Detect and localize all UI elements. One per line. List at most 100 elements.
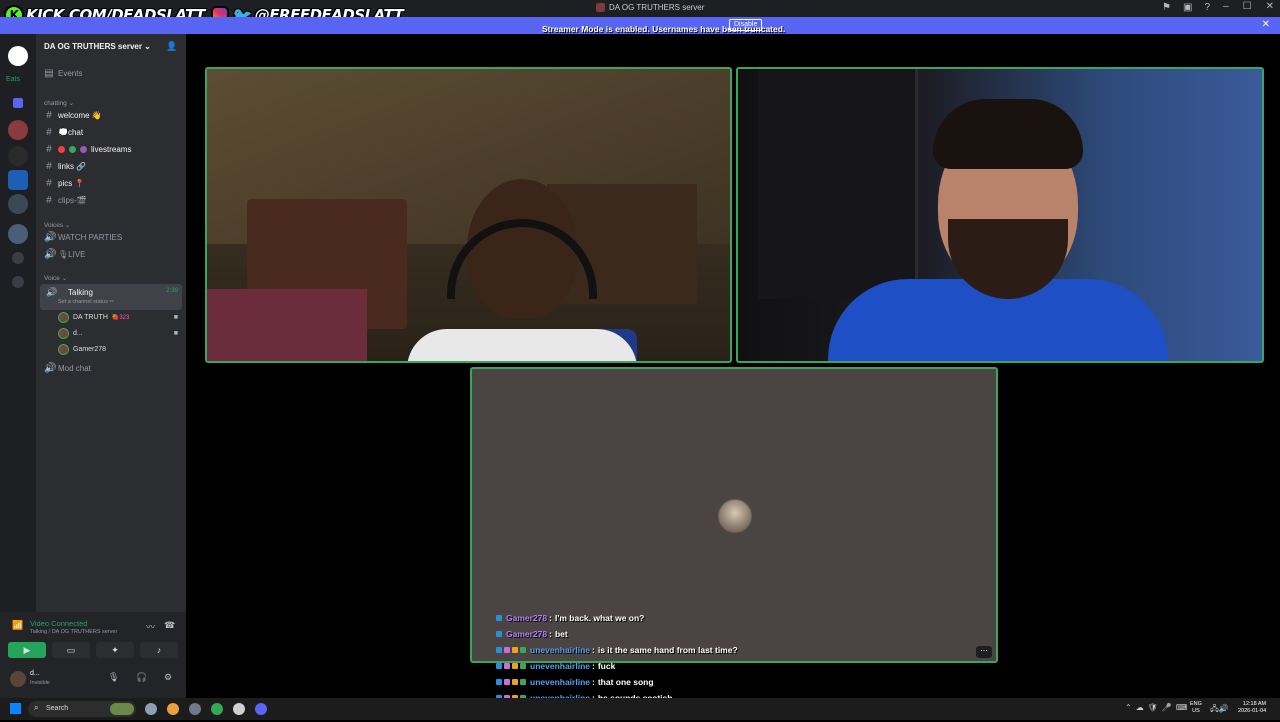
red-dot-icon [58, 146, 65, 153]
chat-separator: : [592, 645, 595, 655]
user-avatar[interactable] [10, 671, 26, 687]
hash-icon: # [46, 178, 52, 189]
disable-button[interactable]: Disable [729, 19, 763, 31]
chat-username[interactable]: unevenhairline [530, 661, 590, 671]
close-window-button[interactable]: ✕ [1266, 1, 1274, 12]
server-name[interactable]: DA OG TRUTHERS server ⌄ [44, 42, 151, 51]
vc-status: Video Connected [30, 619, 88, 628]
activities-button[interactable]: ✦ [96, 642, 134, 658]
voice-channel-live[interactable]: 🔊 🎙LIVE [44, 247, 182, 262]
camera-icon: ■ [173, 329, 178, 337]
soundboard-button[interactable]: ♪ [140, 642, 178, 658]
home-icon[interactable] [8, 46, 28, 66]
language-indicator[interactable]: ENG US [1190, 701, 1202, 715]
server-icon-5[interactable] [8, 224, 28, 244]
voice-user[interactable]: d... ■ [58, 326, 184, 340]
voice-user-name: Gamer278 [73, 345, 107, 353]
discover-icon[interactable] [12, 276, 24, 288]
vc-location[interactable]: Talking / DA OG TRUTHERS server [30, 629, 117, 635]
settings-app-icon[interactable] [145, 703, 157, 715]
chat-username[interactable]: Gamer278 [506, 629, 547, 639]
channel-welcome[interactable]: # welcome 👋 [44, 108, 182, 123]
settings-gear-icon[interactable]: ⚙ [164, 672, 172, 683]
banner-close-icon[interactable]: ✕ [1262, 19, 1270, 30]
video-tile-2[interactable] [736, 67, 1264, 363]
inbox-icon[interactable]: ▣ [1183, 2, 1192, 13]
voice-channel-watch-parties[interactable]: 🔊 WATCH PARTIES [44, 230, 182, 245]
server-icon-2[interactable] [8, 146, 28, 166]
add-server-icon[interactable] [12, 252, 24, 264]
events-item[interactable]: ▤ Events [44, 66, 182, 81]
chat-badge-icon [496, 679, 502, 685]
voice-user-name: DA TRUTH [73, 313, 108, 321]
chat-badge-icon [504, 679, 510, 685]
voice-channel-mod-chat[interactable]: 🔊 Mod chat [44, 361, 182, 376]
channel-label: 💭chat [58, 128, 84, 137]
channel-pics[interactable]: # pics 📍 [44, 176, 182, 191]
chat-badge-icon [504, 663, 510, 669]
disconnect-icon[interactable]: ☎ [164, 620, 175, 631]
help-icon[interactable]: ? [1204, 2, 1210, 13]
chrome-icon-2[interactable] [211, 703, 223, 715]
chrome-icon[interactable] [167, 703, 179, 715]
chat-separator: : [592, 661, 595, 671]
chat-text: I'm back. what we on? [554, 613, 645, 623]
chat-username[interactable]: unevenhairline [530, 677, 590, 687]
maximize-button[interactable]: ☐ [1243, 1, 1252, 12]
channel-livestreams[interactable]: # livestreams [44, 142, 182, 157]
pin-icon[interactable]: ⚑ [1162, 2, 1171, 13]
channel-clips[interactable]: # clips-🎬 [44, 193, 182, 208]
voice-user[interactable]: DA TRUTH 🍓323 ■ [58, 310, 184, 324]
lang-code: ENG [1190, 701, 1202, 707]
blanket-shape [207, 289, 367, 361]
chat-text: that one song [597, 677, 654, 687]
server-icon-4[interactable] [8, 194, 28, 214]
chat-text: bet [554, 629, 568, 639]
chat-badge-icon [496, 631, 502, 637]
green-dot-icon [69, 146, 76, 153]
voice-user[interactable]: Gamer278 [58, 342, 184, 356]
category-label: chatting [44, 100, 67, 107]
discord-icon[interactable] [255, 703, 267, 715]
app-icon[interactable] [189, 703, 201, 715]
minimize-button[interactable]: – [1223, 1, 1229, 12]
add-member-icon[interactable]: 👤 [166, 41, 177, 52]
participant-video [407, 179, 637, 361]
hash-icon: # [46, 127, 52, 138]
channel-status[interactable]: Set a channel status ✏ [58, 299, 114, 305]
window-title-text: DA OG TRUTHERS server [609, 3, 705, 12]
chat-username[interactable]: unevenhairline [530, 645, 590, 655]
headphones-icon[interactable]: 🎧 [136, 672, 147, 683]
more-options-button[interactable]: ··· [976, 646, 992, 658]
category-label: Voices [44, 222, 64, 229]
chat-badge-icon [520, 647, 526, 653]
category-chatting[interactable]: chatting ⌄ [44, 99, 74, 107]
category-voice[interactable]: Voice ⌄ [44, 274, 67, 282]
channel-label: links 🔗 [58, 162, 87, 171]
channel-label: pics 📍 [58, 179, 85, 188]
channel-chat[interactable]: # 💭chat [44, 125, 182, 140]
windows-start-icon[interactable] [10, 703, 21, 714]
channel-links[interactable]: # links 🔗 [44, 159, 182, 174]
participant-video [828, 99, 1168, 361]
server-icon-3[interactable] [8, 170, 28, 190]
video-tile-1[interactable] [205, 67, 732, 363]
clock[interactable]: 12:18 AM 2026-01-04 [1238, 701, 1266, 715]
taskbar-search[interactable]: ⌕ Search [28, 701, 136, 717]
screenshare-button[interactable]: ▭ [52, 642, 90, 658]
camera-toggle-button[interactable]: ▶ [8, 642, 46, 658]
chat-message: unevenhairline: fuck [496, 658, 816, 674]
chat-username[interactable]: Gamer278 [506, 613, 547, 623]
voice-user-name: d... [73, 329, 83, 337]
category-voices[interactable]: Voices ⌄ [44, 221, 70, 229]
network-volume-icons[interactable]: 🖧🔊 [1210, 703, 1229, 717]
taskbar: ⌕ Search ⌃☁🛡🎤⌨ ENG US 🖧🔊 12:18 AM 2026-0… [0, 698, 1280, 720]
obs-icon[interactable] [233, 703, 245, 715]
server-icon-1[interactable] [8, 120, 28, 140]
voice-channel-talking[interactable]: 🔊 Talking Set a channel status ✏ 2:39 [40, 284, 182, 310]
noise-suppression-icon[interactable]: 〰 [146, 620, 155, 633]
streamer-mode-banner: Streamer Mode is enabled. Usernames have… [0, 17, 1280, 34]
system-tray-icons[interactable]: ⌃☁🛡🎤⌨ [1125, 703, 1191, 712]
folder-icon[interactable] [13, 98, 23, 108]
mic-icon[interactable]: 🎙 [108, 672, 119, 683]
